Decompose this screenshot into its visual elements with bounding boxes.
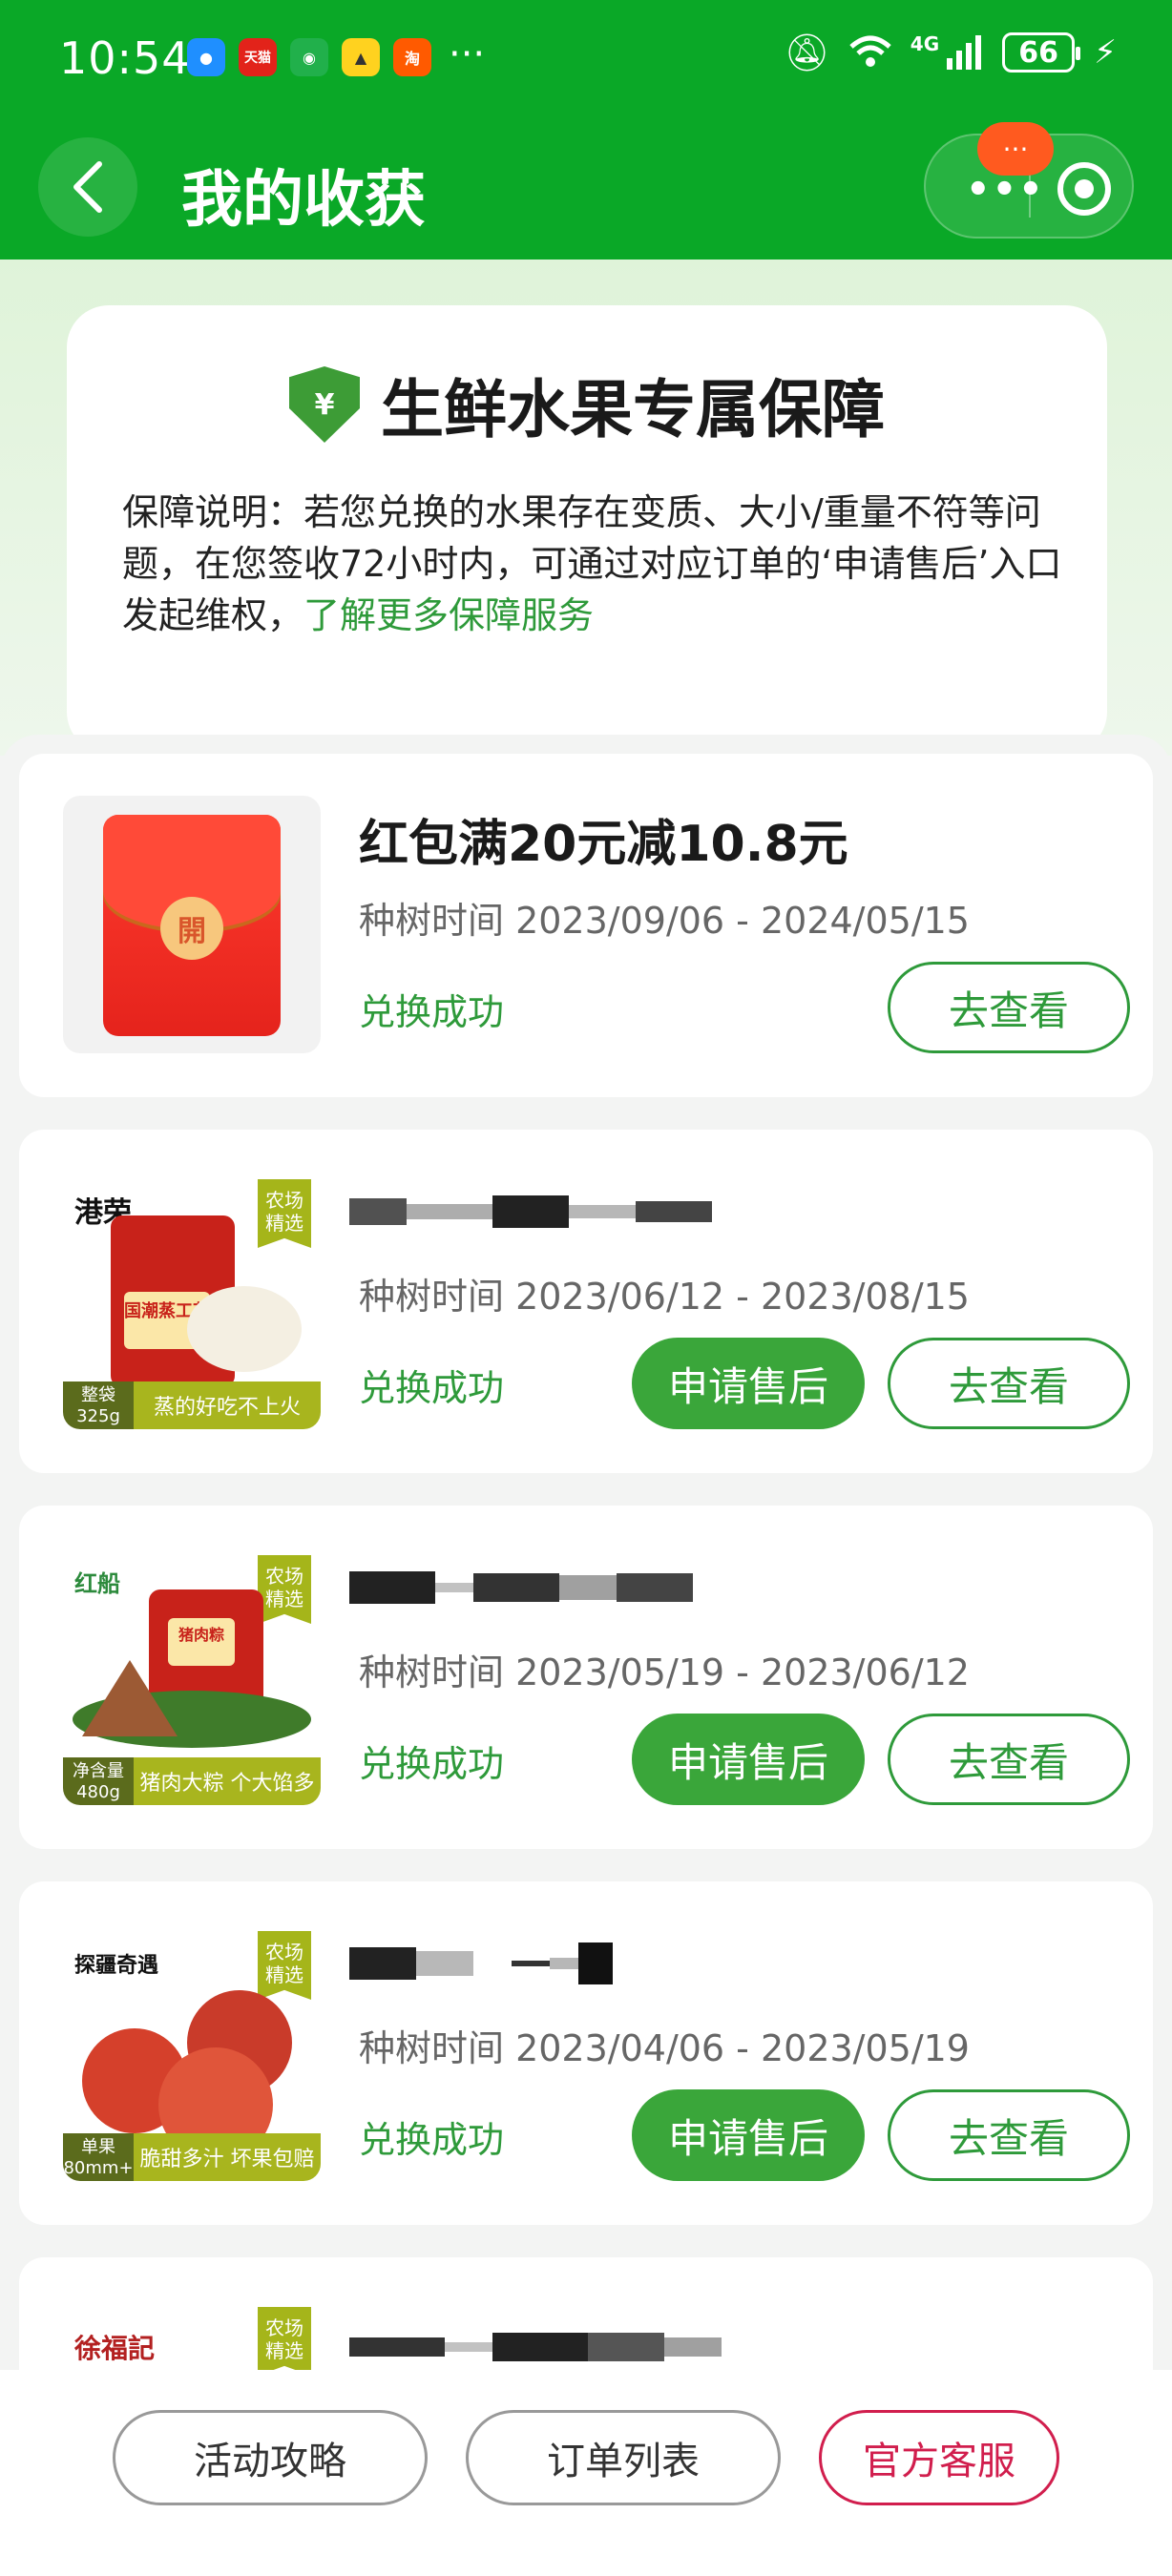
- brand-logo: 红船: [74, 1570, 120, 1597]
- guarantee-description: 保障说明：若您兑换的水果存在变质、大小/重量不符等问题，在您签收72小时内，可通…: [122, 487, 1077, 641]
- notification-badge: ···: [977, 122, 1054, 176]
- view-button[interactable]: 去查看: [888, 962, 1130, 1053]
- close-miniapp-icon[interactable]: [1057, 162, 1111, 216]
- list-item: 红船 农场精选 猪肉粽 净含量 480g 猪肉大粽 个大馅多 种树时间 2023…: [19, 1506, 1153, 1849]
- thumb-footer: 整袋 325g 蒸的好吃不上火: [63, 1381, 321, 1429]
- taobao-icon: 淘: [393, 38, 431, 76]
- view-button[interactable]: 去查看: [888, 2089, 1130, 2181]
- farm-badge: 农场精选: [258, 1179, 311, 1248]
- more-notifications-icon: ···: [449, 32, 486, 76]
- wifi-icon: [849, 35, 891, 67]
- farm-badge: 农场精选: [258, 1931, 311, 2000]
- list-item: 探疆奇遇 农场精选 单果 80mm+ 脆甜多汁 坏果包赔 种树时间 2023/0…: [19, 1881, 1153, 2225]
- customer-service-button[interactable]: 官方客服: [819, 2410, 1059, 2505]
- back-button[interactable]: [38, 137, 137, 237]
- guarantee-title: 生鲜水果专属保障: [381, 373, 885, 447]
- item-status: 兑换成功: [359, 1743, 505, 1785]
- network-type-label: 4G: [910, 32, 940, 55]
- product-thumbnail: 红船 农场精选 猪肉粽 净含量 480g 猪肉大粽 个大馅多: [63, 1548, 321, 1805]
- list-item: 港荣 农场精选 国潮蒸工艺 整袋 325g 蒸的好吃不上火 种树时间 2023/…: [19, 1130, 1153, 1473]
- redpacket-icon: 開: [103, 815, 281, 1036]
- strategy-button[interactable]: 活动攻略: [113, 2410, 428, 2505]
- bottom-action-bar: 活动攻略 订单列表 官方客服: [0, 2370, 1172, 2576]
- brand-logo: 徐福記: [74, 2333, 156, 2364]
- status-indicators: 🔕︎ 4G 66 ⚡: [785, 32, 1117, 73]
- notification-icons: ● 天猫 ◉ ▲ 淘: [187, 38, 431, 76]
- item-status: 兑换成功: [359, 2119, 505, 2161]
- signal-icon: [947, 35, 982, 70]
- package-label: 猪肉粽: [168, 1618, 235, 1666]
- list-item: 徐福記 农场精选: [19, 2257, 1153, 2381]
- thumb-footer: 单果 80mm+ 脆甜多汁 坏果包赔: [63, 2133, 321, 2181]
- thumb-slogan: 猪肉大粽 个大馅多: [134, 1757, 321, 1805]
- item-time: 种树时间 2023/06/12 - 2023/08/15: [359, 1276, 970, 1318]
- thumb-footer: 净含量 480g 猪肉大粽 个大馅多: [63, 1757, 321, 1805]
- battery-icon: 66: [1002, 32, 1081, 73]
- item-title-redacted: [349, 1181, 712, 1242]
- status-time: 10:54: [59, 32, 191, 84]
- thumb-spec: 单果 80mm+: [63, 2133, 134, 2181]
- guarantee-more-link[interactable]: 了解更多保障服务: [303, 594, 594, 636]
- aftersale-button[interactable]: 申请售后: [632, 1338, 865, 1429]
- chevron-left-icon: [73, 161, 102, 213]
- farm-badge: 农场精选: [258, 2307, 311, 2376]
- item-title-redacted: [349, 2316, 722, 2378]
- buns-image: [187, 1286, 302, 1372]
- item-title-redacted: [349, 1557, 693, 1618]
- eleme-icon: ●: [187, 38, 225, 76]
- harvest-list: 開 红包满20元减10.8元 种树时间 2023/09/06 - 2024/05…: [0, 735, 1172, 2381]
- aftersale-button[interactable]: 申请售后: [632, 2089, 865, 2181]
- wechat-icon: ◉: [290, 38, 328, 76]
- item-title: 红包满20元减10.8元: [359, 816, 848, 873]
- farm-badge: 农场精选: [258, 1555, 311, 1624]
- guarantee-card: ¥ 生鲜水果专属保障 保障说明：若您兑换的水果存在变质、大小/重量不符等问题，在…: [67, 305, 1107, 754]
- brand-logo: 探疆奇遇: [74, 1954, 159, 1978]
- thumb-spec: 整袋 325g: [63, 1381, 134, 1429]
- status-bar: 10:54 ● 天猫 ◉ ▲ 淘 ··· 🔕︎ 4G 66 ⚡: [0, 0, 1172, 116]
- thumb-slogan: 脆甜多汁 坏果包赔: [134, 2133, 321, 2181]
- mute-bell-icon: 🔕︎: [784, 31, 830, 73]
- battery-level: 66: [1018, 35, 1058, 70]
- aftersale-button[interactable]: 申请售后: [632, 1714, 865, 1805]
- item-time: 种树时间 2023/09/06 - 2024/05/15: [359, 900, 970, 942]
- view-button[interactable]: 去查看: [888, 1714, 1130, 1805]
- thumb-slogan: 蒸的好吃不上火: [134, 1381, 321, 1429]
- order-list-button[interactable]: 订单列表: [466, 2410, 781, 2505]
- item-time: 种树时间 2023/04/06 - 2023/05/19: [359, 2027, 970, 2069]
- list-item: 開 红包满20元减10.8元 种树时间 2023/09/06 - 2024/05…: [19, 754, 1153, 1097]
- charging-icon: ⚡: [1094, 33, 1117, 72]
- item-status: 兑换成功: [359, 1367, 505, 1409]
- redpacket-seal: 開: [160, 897, 223, 960]
- yellow-app-icon: ▲: [342, 38, 380, 76]
- tmall-icon: 天猫: [239, 38, 277, 76]
- shield-icon: ¥: [289, 366, 360, 443]
- thumb-spec: 净含量 480g: [63, 1757, 134, 1805]
- guarantee-header: ¥ 生鲜水果专属保障: [67, 359, 1107, 450]
- view-button[interactable]: 去查看: [888, 1338, 1130, 1429]
- item-title-redacted: [349, 1933, 613, 1994]
- product-thumbnail: 探疆奇遇 农场精选 单果 80mm+ 脆甜多汁 坏果包赔: [63, 1923, 321, 2181]
- redpacket-thumbnail: 開: [63, 796, 321, 1053]
- page-title: 我的收获: [181, 165, 426, 236]
- product-thumbnail: 港荣 农场精选 国潮蒸工艺 整袋 325g 蒸的好吃不上火: [63, 1172, 321, 1429]
- item-status: 兑换成功: [359, 991, 505, 1033]
- item-time: 种树时间 2023/05/19 - 2023/06/12: [359, 1652, 970, 1693]
